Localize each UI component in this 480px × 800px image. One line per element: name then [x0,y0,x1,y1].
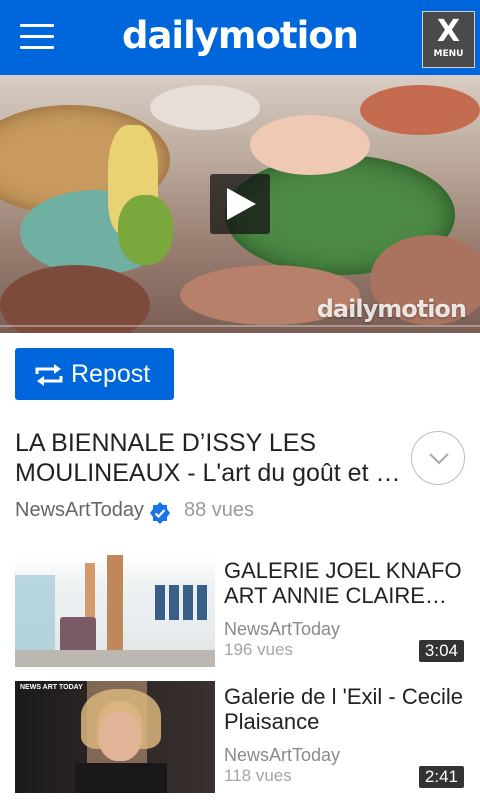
x-menu-letter: X [436,14,461,49]
verified-badge-icon [150,502,170,524]
chevron-down-icon [429,453,449,465]
related-video-channel[interactable]: NewsArtToday [224,745,340,766]
related-video-views: 118 vues [224,766,292,785]
video-title: LA BIENNALE D’ISSY LES MOULINEAUX - L'ar… [15,429,404,487]
thumbnail-overlay-text: NEWS ART TODAY [20,684,83,691]
related-video-channel[interactable]: NewsArtToday [224,619,340,640]
related-video-item[interactable]: NEWS ART TODAY 2:41 Galerie de l 'Exil -… [15,681,470,793]
related-video-views: 196 vues [224,640,293,659]
related-video-item[interactable]: 3:04 GALERIE JOEL KNAFO ART ANNIE CLAIRE… [15,555,470,667]
repost-button[interactable]: Repost [15,348,174,400]
repost-icon [35,364,63,386]
video-player[interactable]: dailymotion [0,75,480,333]
top-app-bar: dailymotion X MENU [0,0,480,75]
related-video-thumbnail[interactable] [15,555,215,667]
channel-name[interactable]: NewsArtToday [15,499,144,522]
repost-label: Repost [71,360,151,388]
related-video-title[interactable]: GALERIE JOEL KNAFO ART ANNIE CLAIRE ALVO… [224,558,470,608]
related-video-title[interactable]: Galerie de l 'Exil - Cecile Plaisance [224,684,470,734]
video-duration: 2:41 [418,766,464,788]
video-watermark: dailymotion [316,295,467,323]
x-menu-button[interactable]: X MENU [422,11,475,68]
play-icon [227,188,256,220]
expand-description-button[interactable] [411,431,465,485]
view-count: 88 vues [184,499,255,521]
play-button[interactable] [210,174,270,234]
x-menu-label: MENU [433,49,464,59]
related-video-thumbnail[interactable]: NEWS ART TODAY [15,681,215,793]
video-progress-bar[interactable] [0,325,480,327]
video-duration: 3:04 [418,640,464,662]
dailymotion-logo[interactable]: dailymotion [0,14,480,57]
